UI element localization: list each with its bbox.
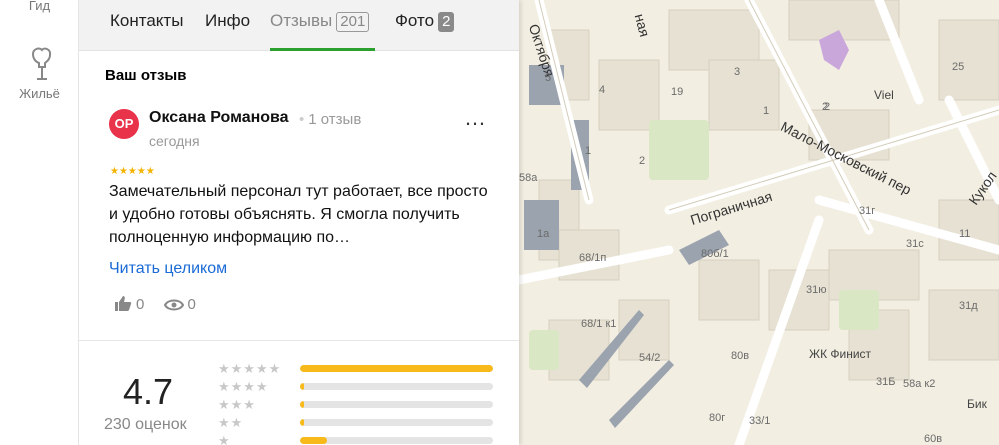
- map-house-label: 33/1: [749, 415, 771, 427]
- rating-score: 4.7: [123, 371, 174, 412]
- map-house-label: 60в: [924, 433, 943, 445]
- tab-bar: Контакты Инфо Отзывы 201 Фото 2: [79, 0, 519, 51]
- thumbs-up-icon: [115, 296, 132, 311]
- map-house-label: 19: [671, 86, 684, 98]
- rail-housing-label: Жильё: [19, 86, 60, 101]
- distribution-stars: ★: [218, 433, 231, 445]
- map-house-label: 80в: [731, 350, 750, 362]
- distribution-stars: ★★: [218, 415, 244, 430]
- rail-item-guide[interactable]: Гид: [0, 0, 79, 13]
- map-house-label: 4: [599, 84, 606, 96]
- your-review-title: Ваш отзыв: [105, 67, 187, 84]
- tab-reviews[interactable]: Отзывы 201: [270, 11, 370, 51]
- tab-contacts[interactable]: Контакты: [110, 11, 183, 51]
- active-tab-underline: [270, 48, 375, 51]
- map-house-label: 31Б: [876, 376, 896, 388]
- distribution-bar: [300, 383, 493, 390]
- map-house-label: 2: [822, 101, 829, 113]
- tab-contacts-label: Контакты: [110, 11, 184, 30]
- tab-photo-count: 2: [438, 12, 455, 32]
- review-stars: ★★★★★: [110, 166, 155, 177]
- map-house-label: 80г: [709, 412, 726, 424]
- eye-icon: [163, 299, 184, 311]
- map-house-label: 58а: [519, 172, 538, 184]
- distribution-stars: ★★★: [218, 397, 256, 412]
- map-house-label: 25: [952, 61, 965, 73]
- map-house-label: 1: [763, 105, 770, 117]
- views-count: 0: [187, 296, 196, 313]
- housing-icon: [31, 47, 51, 80]
- like-button[interactable]: 0: [114, 295, 144, 313]
- distribution-bar-fill: [300, 419, 304, 426]
- tab-info[interactable]: Инфо: [205, 11, 250, 51]
- rating-distribution-row: ★★★: [218, 397, 498, 412]
- distribution-bar-fill: [300, 365, 493, 372]
- divider: [79, 340, 519, 341]
- map-house-label: 31д: [959, 300, 978, 312]
- tab-reviews-count: 201: [336, 12, 370, 32]
- like-count: 0: [136, 296, 145, 313]
- distribution-bar-fill: [300, 437, 328, 444]
- read-more-link[interactable]: Читать целиком: [109, 260, 227, 278]
- distribution-bar: [300, 401, 493, 408]
- map-poi-label: Viel: [874, 88, 894, 102]
- rating-distribution-row: ★★: [218, 415, 498, 430]
- views-counter: 0: [163, 296, 196, 313]
- author-review-count: • 1 отзыв: [299, 111, 362, 128]
- map-house-label: 80б/1: [701, 248, 729, 260]
- distribution-stars: ★★★★: [218, 379, 269, 394]
- place-panel: Контакты Инфо Отзывы 201 Фото 2 Ваш отзыв …: [79, 0, 519, 445]
- distribution-bar: [300, 419, 493, 426]
- review-text: Замечательный персонал тут работает, все…: [109, 183, 488, 246]
- map-house-label: 1: [585, 145, 592, 157]
- distribution-stars: ★★★★★: [218, 361, 282, 376]
- distribution-bar: [300, 437, 493, 444]
- map-house-label: 68/1п: [579, 252, 607, 264]
- map-house-label: 68/1 к1: [581, 318, 617, 330]
- map-house-label: 11: [959, 228, 971, 240]
- rail-item-housing[interactable]: Жильё: [0, 46, 79, 101]
- map-house-label: 2: [639, 155, 646, 167]
- map-house-label: 58а к2: [903, 378, 936, 390]
- map-house-label: 3: [734, 66, 741, 78]
- more-options-button[interactable]: …: [464, 107, 488, 135]
- review-date: сегодня: [149, 133, 200, 149]
- map-house-label: 31ю: [806, 284, 827, 296]
- rating-distribution-row: ★★★★★: [218, 361, 498, 376]
- review-reactions: 0 0: [114, 295, 211, 313]
- distribution-bar: [300, 365, 493, 372]
- tab-photo-label: Фото: [395, 11, 435, 30]
- map-house-label: 31г: [859, 205, 876, 217]
- map-house-label: 5: [545, 72, 552, 84]
- distribution-bar-fill: [300, 401, 304, 408]
- rating-distribution-row: ★★★★: [218, 379, 498, 394]
- rating-count: 230 оценок: [104, 416, 187, 433]
- distribution-bar-fill: [300, 383, 304, 390]
- author-review-count-text: 1 отзыв: [308, 111, 362, 128]
- map-poi-label: Бик: [967, 397, 987, 411]
- left-rail: Гид Жильё: [0, 0, 79, 445]
- map-house-label: 54/2: [639, 352, 661, 364]
- review-author[interactable]: Оксана Романова: [149, 109, 289, 127]
- tab-info-label: Инфо: [205, 11, 251, 30]
- map[interactable]: Октября Пограничная Мало-Московский пер …: [519, 0, 999, 445]
- map-poi-label: ЖК Финист: [809, 347, 872, 361]
- map-house-label: 31с: [906, 238, 924, 250]
- rating-distribution-row: ★: [218, 433, 498, 445]
- tab-photo[interactable]: Фото 2: [395, 11, 455, 51]
- rail-guide-label: Гид: [28, 0, 51, 13]
- tab-reviews-label: Отзывы: [270, 11, 333, 30]
- map-house-label: 1а: [537, 228, 550, 240]
- avatar[interactable]: ОР: [109, 109, 139, 139]
